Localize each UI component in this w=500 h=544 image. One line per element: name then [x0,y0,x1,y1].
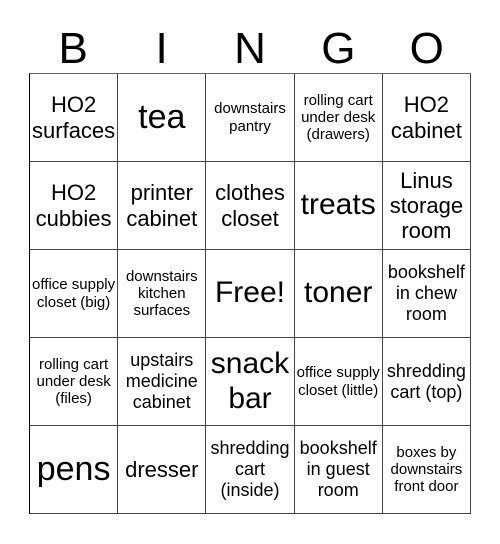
bingo-cell[interactable]: office supply closet (little) [294,338,383,426]
bingo-cell[interactable]: boxes by downstairs front door [382,426,471,514]
bingo-grid: HO2 surfaces tea downstairs pantry rolli… [29,73,471,514]
bingo-cell[interactable]: printer cabinet [118,162,207,250]
header-letter-i: I [155,24,168,73]
bingo-cell[interactable]: snack bar [206,338,295,426]
bingo-cell[interactable]: rolling cart under desk (files) [30,338,119,426]
header-letter-g: G [321,24,356,73]
bingo-cell[interactable]: upstairs medicine cabinet [118,338,207,426]
bingo-cell[interactable]: rolling cart under desk (drawers) [294,74,383,162]
header-letter-n: N [234,24,266,73]
free-space-cell[interactable]: Free! [206,250,295,338]
bingo-header: B I N G O [29,26,471,72]
bingo-cell[interactable]: HO2 surfaces [30,74,119,162]
header-letter-o: O [409,24,444,73]
bingo-cell[interactable]: office supply closet (big) [30,250,119,338]
bingo-cell[interactable]: bookshelf in guest room [294,426,383,514]
bingo-cell[interactable]: HO2 cabinet [382,74,471,162]
bingo-cell[interactable]: pens [30,426,119,514]
bingo-cell[interactable]: toner [294,250,383,338]
bingo-cell[interactable]: shredding cart (top) [382,338,471,426]
bingo-cell[interactable]: downstairs pantry [206,74,295,162]
bingo-cell[interactable]: HO2 cubbies [30,162,119,250]
bingo-cell[interactable]: treats [294,162,383,250]
bingo-cell[interactable]: clothes closet [206,162,295,250]
bingo-cell[interactable]: shredding cart (inside) [206,426,295,514]
bingo-cell[interactable]: downstairs kitchen surfaces [118,250,207,338]
bingo-cell[interactable]: dresser [118,426,207,514]
bingo-cell[interactable]: bookshelf in chew room [382,250,471,338]
header-letter-b: B [58,24,88,73]
bingo-cell[interactable]: tea [118,74,207,162]
bingo-cell[interactable]: Linus storage room [382,162,471,250]
